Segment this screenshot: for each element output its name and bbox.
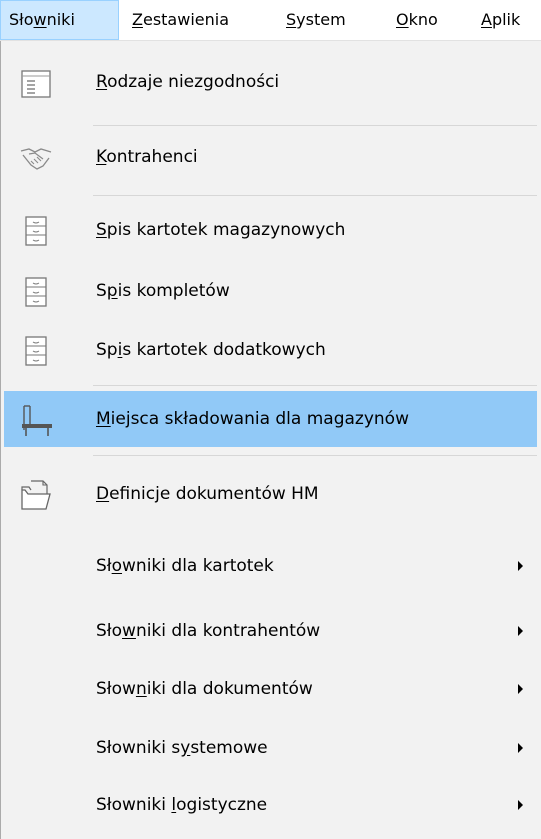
file-cabinet-icon [25, 336, 47, 366]
storage-shelf-icon [22, 405, 52, 436]
submenu-arrow-icon [518, 743, 523, 753]
menu-item-spis-kompletow[interactable]: Spis kompletów [4, 263, 537, 319]
menu-item-spis-kartotek-dodatkowych[interactable]: Spis kartotek dodatkowych [4, 322, 537, 378]
menu-item-label: Spis kartotek dodatkowych [96, 340, 326, 360]
menu-item-label: Definicje dokumentów HM [96, 484, 319, 504]
menu-item-label: Spis kompletów [96, 281, 230, 301]
menu-item-slowniki-logistyczne[interactable]: Słowniki logistyczne [4, 777, 537, 833]
submenu-arrow-icon [518, 684, 523, 694]
menu-aplikacje[interactable]: Aplik [473, 0, 528, 40]
menu-item-label: Słowniki logistyczne [96, 795, 268, 815]
menu-item-slowniki-dla-kartotek[interactable]: Słowniki dla kartotek [4, 538, 537, 594]
submenu-arrow-icon [518, 800, 523, 810]
menu-item-rodzaje-niezgodnosci[interactable]: Rodzaje niezgodności [4, 54, 537, 110]
menu-item-miejsca-skladowania[interactable]: Miejsca składowania dla magazynów [4, 391, 537, 447]
menu-separator [93, 455, 537, 456]
menu-okno[interactable]: Okno [388, 0, 446, 40]
menu-item-label: Kontrahenci [96, 147, 198, 167]
menu-item-spis-kartotek-magazynowych[interactable]: Spis kartotek magazynowych [4, 202, 537, 258]
menu-item-label: Spis kartotek magazynowych [96, 220, 346, 240]
menu-item-slowniki-systemowe[interactable]: Słowniki systemowe [4, 720, 537, 776]
submenu-arrow-icon [518, 561, 523, 571]
file-cabinet-icon [25, 216, 47, 246]
menu-item-label: Słowniki dla kontrahentów [96, 621, 321, 641]
menu-separator [93, 385, 537, 386]
submenu-arrow-icon [518, 626, 523, 636]
menu-system[interactable]: System [278, 0, 354, 40]
menu-item-slowniki-dla-dokumentow[interactable]: Słowniki dla dokumentów [4, 661, 537, 717]
menu-item-label: Miejsca składowania dla magazynów [96, 409, 409, 429]
menu-zestawienia[interactable]: Zestawienia [124, 0, 237, 40]
menu-item-definicje-dokumentow-hm[interactable]: Definicje dokumentów HM [4, 466, 537, 522]
menu-separator [93, 195, 537, 196]
menu-item-label: Słowniki dla kartotek [96, 556, 274, 576]
menu-item-label: Słowniki systemowe [96, 738, 268, 758]
slowniki-dropdown-menu: Rodzaje niezgodności Kontrahenci Spis ka… [0, 41, 541, 839]
open-folder-icon [21, 480, 51, 510]
file-cabinet-icon [25, 277, 47, 307]
menu-item-label: Rodzaje niezgodności [96, 72, 280, 92]
menu-separator [93, 125, 537, 126]
menu-bar: Słowniki Zestawienia System Okno Aplik [0, 0, 541, 41]
menu-item-label: Słowniki dla dokumentów [96, 679, 313, 699]
menu-slowniki[interactable]: Słowniki [0, 0, 119, 40]
list-document-icon [21, 70, 51, 98]
handshake-icon [20, 148, 52, 170]
menu-item-kontrahenci[interactable]: Kontrahenci [4, 129, 537, 185]
menu-item-slowniki-dla-kontrahentow[interactable]: Słowniki dla kontrahentów [4, 603, 537, 659]
